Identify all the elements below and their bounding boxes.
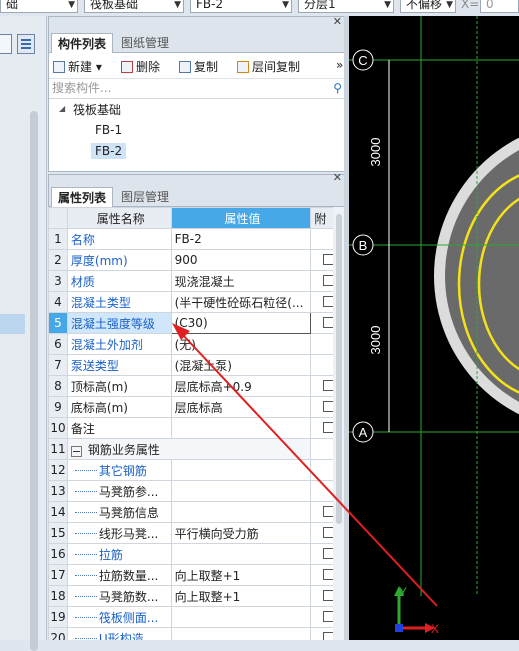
annotation-arrow-line (181, 333, 438, 607)
annotation-overlay (172, 323, 438, 607)
annotation-arrow-head (172, 323, 190, 340)
